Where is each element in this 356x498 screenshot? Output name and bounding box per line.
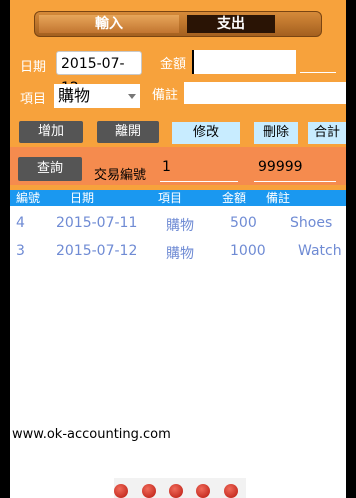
website-link[interactable]: www.ok-accounting.com bbox=[12, 427, 171, 442]
item-select-value: 購物 bbox=[58, 86, 91, 105]
apple-icon bbox=[142, 484, 156, 498]
apple-icon bbox=[196, 484, 210, 498]
txn-from-field[interactable]: 1 bbox=[158, 159, 238, 181]
amount-field[interactable] bbox=[192, 50, 296, 74]
row-item: 購物 bbox=[166, 218, 194, 234]
date-label: 日期 bbox=[20, 60, 47, 75]
txn-number-label: 交易編號 bbox=[94, 168, 147, 183]
row-note: Shoes bbox=[290, 215, 333, 231]
total-button[interactable]: 合計 bbox=[308, 122, 346, 144]
row-amount: 1000 bbox=[230, 243, 266, 259]
row-date: 2015-07-12 bbox=[56, 243, 138, 259]
row-item: 購物 bbox=[166, 246, 194, 262]
col-note: 備註 bbox=[266, 191, 291, 205]
row-note: Watch bbox=[298, 243, 342, 259]
row-amount: 500 bbox=[230, 215, 257, 231]
txn-from-underline bbox=[160, 181, 238, 182]
apple-icon bbox=[169, 484, 183, 498]
col-item: 項目 bbox=[158, 191, 183, 205]
exit-button[interactable]: 離開 bbox=[97, 121, 159, 143]
date-field[interactable]: 2015-07-12 bbox=[56, 51, 142, 96]
edit-button[interactable]: 修改 bbox=[172, 122, 240, 144]
txn-to-field[interactable]: 99999 bbox=[254, 159, 336, 181]
dropdown-arrow-icon bbox=[128, 94, 136, 99]
table-row[interactable]: 3 2015-07-12 購物 1000 Watch bbox=[10, 240, 346, 264]
app-screen: 輸入 支出 日期 2015-07-12 金額 項目 購物 備註 增加 離開 修改… bbox=[10, 0, 346, 498]
input-tab[interactable]: 輸入 bbox=[39, 15, 179, 33]
apple-icon bbox=[224, 484, 238, 498]
table-row[interactable]: 4 2015-07-11 購物 500 Shoes bbox=[10, 212, 346, 236]
item-label: 項目 bbox=[20, 92, 47, 107]
amount-label: 金額 bbox=[160, 57, 187, 72]
table-header: 編號 日期 項目 金額 備註 bbox=[10, 190, 346, 206]
item-select[interactable]: 購物 bbox=[54, 84, 140, 108]
mode-toggle: 輸入 支出 bbox=[34, 11, 322, 37]
expense-tab[interactable]: 支出 bbox=[187, 15, 275, 33]
apple-icon bbox=[114, 484, 128, 498]
add-button[interactable]: 增加 bbox=[19, 121, 83, 143]
row-id: 3 bbox=[16, 243, 25, 259]
row-date: 2015-07-11 bbox=[56, 215, 138, 231]
row-id: 4 bbox=[16, 215, 25, 231]
txn-to-underline bbox=[254, 181, 336, 182]
delete-button[interactable]: 刪除 bbox=[254, 122, 298, 144]
amount-underline bbox=[300, 72, 336, 73]
query-button[interactable]: 查詢 bbox=[18, 157, 82, 181]
col-id: 編號 bbox=[16, 191, 41, 205]
col-date: 日期 bbox=[70, 191, 95, 205]
note-field[interactable] bbox=[184, 82, 346, 104]
col-amount: 金額 bbox=[222, 191, 247, 205]
note-label: 備註 bbox=[152, 88, 179, 103]
